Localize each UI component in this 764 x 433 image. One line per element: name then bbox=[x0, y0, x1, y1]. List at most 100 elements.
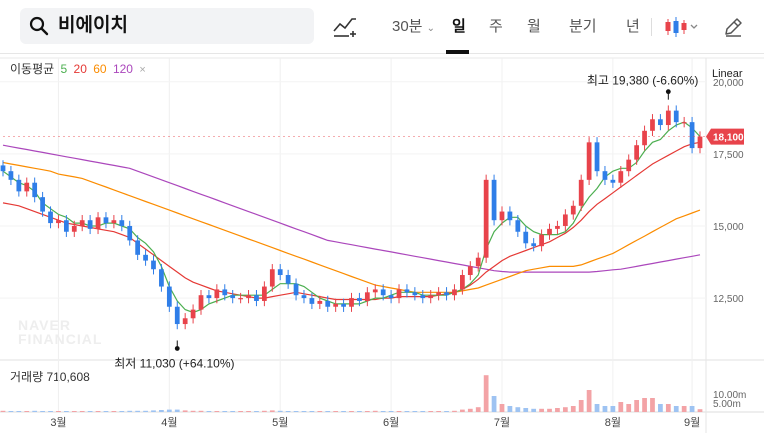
volume-bar bbox=[246, 411, 251, 412]
volume-bar bbox=[610, 406, 616, 412]
candle-body bbox=[24, 182, 30, 192]
volume-bar bbox=[301, 411, 307, 412]
candle-body bbox=[103, 217, 109, 224]
candle-body bbox=[230, 295, 236, 299]
volume-bar bbox=[475, 407, 481, 412]
volume-bar bbox=[261, 410, 267, 412]
candle-body bbox=[198, 295, 204, 310]
current-price-label: 18,100 bbox=[713, 133, 744, 144]
candle-body bbox=[127, 225, 133, 241]
volume-bar bbox=[673, 406, 679, 412]
volume-bar bbox=[230, 411, 236, 412]
volume-bar bbox=[697, 409, 703, 412]
volume-bar bbox=[293, 411, 299, 412]
volume-bar bbox=[32, 410, 38, 412]
high-annotation: 최고 19,380 (-6.60%) bbox=[587, 74, 698, 88]
volume-bar bbox=[8, 411, 14, 412]
volume-bar bbox=[349, 411, 354, 412]
candle-body bbox=[618, 171, 624, 183]
volume-bar bbox=[198, 410, 204, 412]
candle-body bbox=[206, 295, 212, 299]
volume-bar bbox=[317, 411, 323, 412]
volume-bar bbox=[388, 411, 394, 412]
volume-bar bbox=[658, 404, 663, 412]
volume-bar bbox=[452, 410, 457, 412]
volume-bar bbox=[626, 404, 632, 412]
volume-bar bbox=[24, 411, 30, 412]
candle-body bbox=[499, 211, 505, 221]
candle-body bbox=[452, 289, 457, 296]
candle-body bbox=[190, 309, 196, 319]
candle-body bbox=[610, 179, 616, 183]
candle-body bbox=[8, 171, 14, 180]
candle-body bbox=[32, 182, 38, 198]
volume-bar bbox=[95, 411, 101, 412]
volume-bar bbox=[428, 411, 434, 412]
volume-bar bbox=[135, 410, 141, 412]
candle-body bbox=[531, 243, 537, 247]
candle-body bbox=[412, 292, 418, 296]
candle-body bbox=[63, 220, 69, 232]
volume-bar bbox=[309, 411, 315, 412]
volume-bar bbox=[507, 406, 513, 412]
volume-bar bbox=[586, 390, 592, 412]
candle-body bbox=[214, 289, 220, 299]
candle-body bbox=[428, 295, 434, 299]
volume-bar bbox=[87, 411, 93, 412]
ma60-line bbox=[2, 161, 701, 293]
candle-body bbox=[380, 289, 386, 296]
candle-body bbox=[285, 275, 291, 284]
price-chart[interactable]: NAVERFINANCIAL 3월 4월 5월 6월 7월 8월 9월20,00017,50… bbox=[0, 0, 764, 433]
candle-body bbox=[166, 286, 172, 307]
candle-body bbox=[578, 179, 584, 206]
candle-body bbox=[71, 225, 77, 232]
candle-body bbox=[515, 220, 521, 232]
candle-body bbox=[222, 289, 228, 296]
candle-body bbox=[238, 298, 243, 300]
candle-body bbox=[586, 142, 592, 180]
volume-bar bbox=[483, 375, 489, 412]
candle-body bbox=[697, 136, 703, 149]
candle-body bbox=[547, 228, 552, 235]
candle-body bbox=[642, 130, 647, 146]
volume-bar bbox=[285, 411, 291, 412]
candle-body bbox=[119, 220, 125, 226]
volume-bar bbox=[48, 411, 53, 412]
volume-bar bbox=[444, 411, 449, 412]
candle-body bbox=[460, 275, 465, 290]
candle-body bbox=[357, 298, 362, 301]
volume-bar bbox=[238, 411, 243, 412]
volume-bar bbox=[333, 411, 339, 412]
volume-bar bbox=[40, 411, 45, 412]
candle-body bbox=[40, 197, 45, 212]
candle-body bbox=[483, 179, 489, 258]
candle-body bbox=[333, 303, 339, 307]
candle-body bbox=[475, 257, 481, 267]
volume-bar bbox=[467, 408, 473, 412]
volume-bar bbox=[570, 406, 576, 412]
candle-body bbox=[523, 231, 529, 244]
volume-bar bbox=[341, 411, 346, 412]
volume-bar bbox=[357, 411, 362, 412]
volume-bar bbox=[665, 404, 671, 412]
volume-bar bbox=[404, 411, 410, 412]
candle-body bbox=[79, 220, 85, 226]
x-tick-label: 6월 bbox=[383, 416, 399, 429]
volume-bar bbox=[182, 410, 188, 412]
x-tick-label: 4월 bbox=[161, 416, 177, 429]
volume-bar bbox=[681, 406, 687, 412]
candle-body bbox=[143, 254, 148, 261]
volume-bar bbox=[16, 411, 22, 412]
candle-body bbox=[0, 165, 6, 172]
candle-body bbox=[269, 269, 275, 287]
candle-body bbox=[174, 306, 180, 325]
candle-body bbox=[254, 295, 259, 301]
candle-body bbox=[594, 142, 600, 172]
volume-bar bbox=[269, 410, 275, 412]
volume-bar bbox=[689, 406, 695, 412]
volume-bar bbox=[222, 411, 228, 412]
volume-bar bbox=[539, 408, 544, 412]
volume-bar bbox=[412, 411, 418, 412]
low-annotation: 최저 11,030 (+64.10%) bbox=[114, 356, 234, 370]
volume-bar bbox=[372, 410, 378, 412]
